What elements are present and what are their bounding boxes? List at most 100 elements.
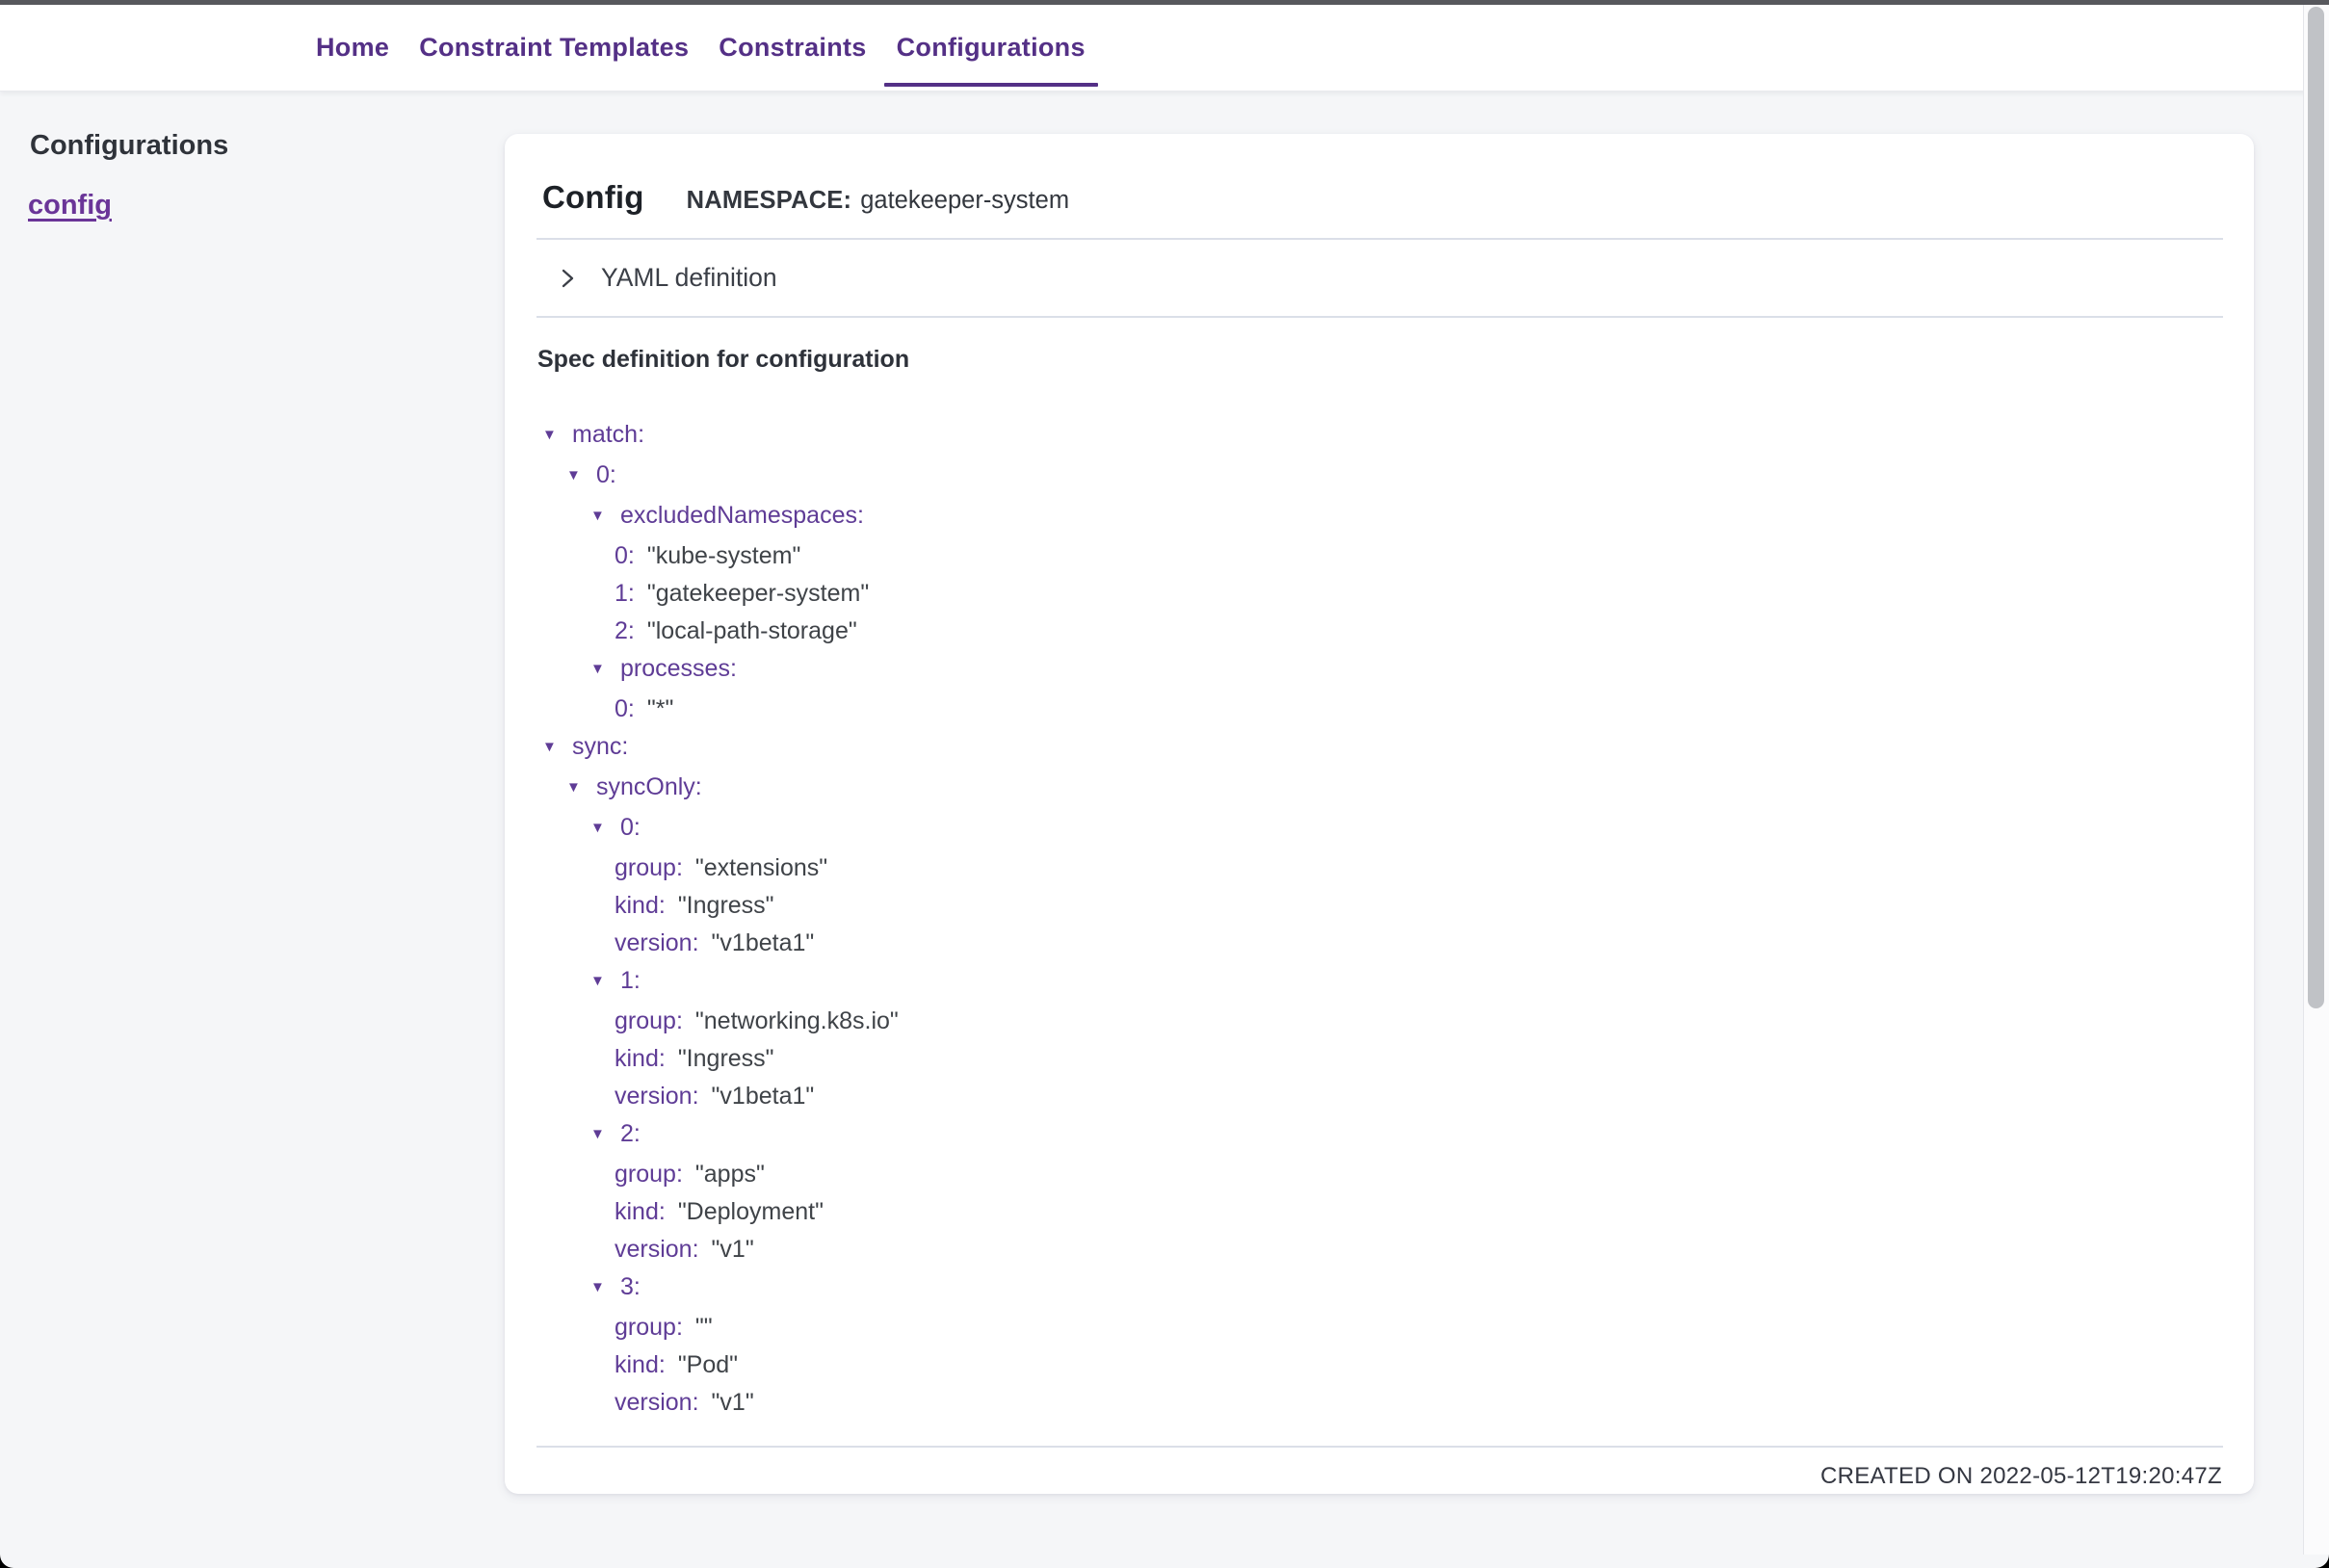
chevron-right-icon	[555, 266, 580, 291]
tree-node-key[interactable]: excludedNamespaces:	[620, 502, 864, 529]
app-window: Home Constraint Templates Constraints Co…	[0, 0, 2329, 1568]
tree-leaf-value: "Ingress"	[678, 892, 774, 919]
created-on: CREATED ON 2022-05-12T19:20:47Z	[505, 1448, 2254, 1490]
tree-leaf-key: kind:	[615, 1351, 666, 1378]
tree-node-row: ▼1:	[505, 962, 2254, 1003]
tree-node-row: ▼syncOnly:	[505, 769, 2254, 809]
tree-leaf-key: kind:	[615, 892, 666, 919]
tree-node-row: ▼processes:	[505, 650, 2254, 691]
caret-down-icon[interactable]: ▼	[542, 416, 572, 454]
tree-leaf-value: "networking.k8s.io"	[695, 1007, 899, 1034]
tree-node-key[interactable]: 2:	[620, 1120, 641, 1147]
tree-leaf-key: kind:	[615, 1198, 666, 1225]
tree-leaf-value: "Ingress"	[678, 1045, 774, 1072]
tree-leaf-row: 1: "gatekeeper-system"	[505, 575, 2254, 613]
tree-node-row: ▼match:	[505, 416, 2254, 457]
tree-node-key[interactable]: 3:	[620, 1273, 641, 1300]
tree-leaf-row: group: ""	[505, 1309, 2254, 1346]
spec-tree: ▼match:▼0:▼excludedNamespaces:0:"kube-sy…	[505, 416, 2254, 1422]
namespace-label: NAMESPACE:	[687, 187, 852, 214]
tree-leaf-key: version:	[615, 1236, 699, 1263]
tree-node-key[interactable]: sync:	[572, 733, 628, 760]
scrollbar-thumb[interactable]	[2308, 7, 2324, 1008]
tree-leaf-row: version: "v1"	[505, 1384, 2254, 1422]
tree-leaf-value: "*"	[647, 695, 673, 722]
tree-leaf-row: version: "v1beta1"	[505, 925, 2254, 962]
sidebar-link-config[interactable]: config	[28, 190, 112, 222]
tree-leaf-row: kind: "Pod"	[505, 1346, 2254, 1384]
tree-leaf-row: 2: "local-path-storage"	[505, 613, 2254, 650]
tree-leaf-key: kind:	[615, 1045, 666, 1072]
caret-down-icon[interactable]: ▼	[566, 769, 596, 806]
tree-leaf-key: group:	[615, 1161, 683, 1188]
caret-down-icon[interactable]: ▼	[590, 809, 620, 847]
tree-leaf-value: "v1"	[712, 1389, 754, 1416]
tree-leaf-value: "Deployment"	[678, 1198, 824, 1225]
top-nav: Home Constraint Templates Constraints Co…	[0, 5, 2329, 91]
tree-node-key[interactable]: processes:	[620, 655, 737, 682]
tree-leaf-value: "extensions"	[695, 854, 827, 881]
tree-leaf-value: "v1beta1"	[712, 929, 815, 956]
caret-down-icon[interactable]: ▼	[590, 650, 620, 688]
tree-node-key[interactable]: 0:	[620, 814, 641, 841]
tree-leaf-row: version: "v1"	[505, 1231, 2254, 1268]
tree-leaf-row: 0: "kube-system"	[505, 537, 2254, 575]
tree-leaf-row: group: "networking.k8s.io"	[505, 1003, 2254, 1040]
config-card: Config NAMESPACE: gatekeeper-system YAML …	[505, 134, 2254, 1494]
nav-tab-constraints[interactable]: Constraints	[719, 5, 866, 91]
tree-node-key[interactable]: syncOnly:	[596, 773, 702, 800]
tree-node-row: ▼sync:	[505, 728, 2254, 769]
tree-leaf-value: "Pod"	[678, 1351, 738, 1378]
tree-leaf-value: "v1"	[712, 1236, 754, 1263]
tree-leaf-value: "local-path-storage"	[647, 617, 857, 644]
tree-leaf-row: version: "v1beta1"	[505, 1078, 2254, 1115]
caret-down-icon[interactable]: ▼	[590, 962, 620, 1000]
tree-leaf-row: kind: "Ingress"	[505, 1040, 2254, 1078]
caret-down-icon[interactable]: ▼	[566, 457, 596, 494]
spec-heading: Spec definition for configuration	[537, 341, 2254, 379]
caret-down-icon[interactable]: ▼	[590, 1115, 620, 1153]
namespace: NAMESPACE: gatekeeper-system	[687, 187, 1069, 215]
tree-leaf-row: group: "extensions"	[505, 849, 2254, 887]
yaml-definition-toggle[interactable]: YAML definition	[505, 240, 2254, 316]
yaml-definition-label: YAML definition	[601, 263, 777, 293]
tree-leaf-key: 0:	[615, 542, 635, 569]
tree-leaf-row: kind: "Ingress"	[505, 887, 2254, 925]
tree-node-key[interactable]: match:	[572, 421, 644, 448]
tree-leaf-key: 2:	[615, 617, 635, 644]
caret-down-icon[interactable]: ▼	[590, 497, 620, 535]
sidebar-title: Configurations	[30, 130, 228, 162]
nav-tab-configurations[interactable]: Configurations	[897, 5, 1086, 91]
tree-leaf-value: "apps"	[695, 1161, 765, 1188]
tree-leaf-value: ""	[695, 1314, 713, 1341]
tree-leaf-row: 0: "*"	[505, 691, 2254, 728]
tree-leaf-key: version:	[615, 1389, 699, 1416]
caret-down-icon[interactable]: ▼	[542, 728, 572, 766]
tree-node-row: ▼0:	[505, 457, 2254, 497]
tree-leaf-value: "gatekeeper-system"	[647, 580, 869, 607]
nav-tab-constraint-templates[interactable]: Constraint Templates	[419, 5, 689, 91]
scrollbar-track[interactable]	[2303, 5, 2329, 1555]
tree-leaf-key: 1:	[615, 580, 635, 607]
tree-leaf-value: "v1beta1"	[712, 1083, 815, 1110]
tree-node-row: ▼excludedNamespaces:	[505, 497, 2254, 537]
tree-leaf-key: version:	[615, 929, 699, 956]
tree-leaf-key: group:	[615, 854, 683, 881]
tree-leaf-key: group:	[615, 1314, 683, 1341]
card-header: Config NAMESPACE: gatekeeper-system	[505, 134, 2254, 238]
tree-leaf-key: version:	[615, 1083, 699, 1110]
caret-down-icon[interactable]: ▼	[590, 1268, 620, 1306]
tree-node-key[interactable]: 0:	[596, 461, 616, 488]
tree-node-row: ▼3:	[505, 1268, 2254, 1309]
namespace-value: gatekeeper-system	[860, 187, 1069, 214]
tree-leaf-key: group:	[615, 1007, 683, 1034]
nav-tab-home[interactable]: Home	[316, 5, 389, 91]
tree-node-row: ▼2:	[505, 1115, 2254, 1156]
tree-leaf-key: 0:	[615, 695, 635, 722]
divider	[536, 316, 2223, 318]
tree-node-key[interactable]: 1:	[620, 967, 641, 994]
tree-leaf-row: group: "apps"	[505, 1156, 2254, 1193]
tree-leaf-row: kind: "Deployment"	[505, 1193, 2254, 1231]
tree-leaf-value: "kube-system"	[647, 542, 800, 569]
card-title: Config	[542, 179, 644, 216]
